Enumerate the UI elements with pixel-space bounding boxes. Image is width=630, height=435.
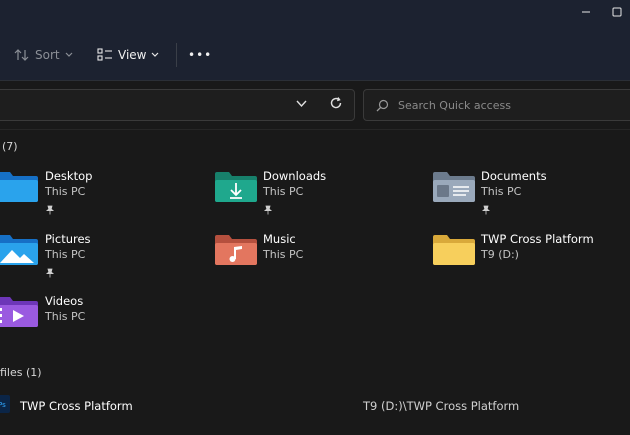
sort-button[interactable]: Sort [14, 46, 73, 64]
item-location: This PC [45, 248, 86, 261]
toolbar-divider [176, 43, 177, 67]
search-box[interactable]: Search Quick access [363, 89, 630, 121]
maximize-button[interactable] [607, 4, 627, 22]
item-location: This PC [263, 185, 304, 198]
minimize-button[interactable] [576, 4, 596, 22]
photoshop-file-icon: Ps [0, 395, 10, 413]
item-name: Pictures [45, 232, 91, 246]
pin-icon [45, 205, 55, 215]
folder-item-downloads[interactable]: Downloads This PC [215, 168, 415, 228]
item-name: Documents [481, 169, 547, 183]
svg-text:Ps: Ps [0, 401, 6, 409]
address-row: Search Quick access [0, 81, 630, 130]
item-location: This PC [481, 185, 522, 198]
item-location: T9 (D:) [481, 248, 519, 261]
pin-icon [481, 205, 491, 215]
view-button[interactable]: View [97, 46, 159, 64]
more-options-button[interactable]: ••• [188, 46, 212, 64]
downloads-folder-icon [215, 172, 257, 202]
chevron-down-icon[interactable] [296, 100, 307, 108]
sort-label: Sort [35, 48, 60, 62]
item-name: TWP Cross Platform [481, 232, 594, 246]
item-location: This PC [45, 310, 86, 323]
documents-folder-icon [433, 172, 475, 202]
folder-item-desktop[interactable]: Desktop This PC [0, 168, 200, 228]
sort-icon [14, 49, 29, 61]
folder-item-videos[interactable]: Videos This PC [0, 293, 200, 353]
address-bar[interactable] [0, 89, 355, 121]
chevron-down-icon [152, 52, 159, 57]
folder-item-documents[interactable]: Documents This PC [433, 168, 628, 228]
view-label: View [118, 48, 147, 62]
title-bar [0, 0, 630, 28]
desktop-folder-icon [0, 172, 38, 202]
recent-files-header[interactable]: files (1) [0, 366, 42, 379]
folder-item-music[interactable]: Music This PC [215, 231, 415, 291]
pin-icon [263, 205, 273, 215]
pictures-folder-icon [0, 235, 38, 265]
yellow-folder-icon [433, 235, 475, 265]
view-icon [97, 48, 112, 61]
search-placeholder: Search Quick access [398, 98, 511, 112]
minimize-icon [582, 11, 590, 13]
item-name: Downloads [263, 169, 327, 183]
item-name: Videos [45, 294, 84, 308]
refresh-icon[interactable] [329, 96, 343, 110]
recent-file-path: T9 (D:)\TWP Cross Platform [363, 399, 520, 413]
videos-folder-icon [0, 297, 38, 327]
maximize-icon [612, 7, 622, 17]
folder-item-twp-cross-platform[interactable]: TWP Cross Platform T9 (D:) [433, 231, 628, 291]
command-bar: Sort View ••• [0, 28, 630, 81]
chevron-down-icon [65, 52, 73, 57]
quick-access-header[interactable]: (7) [2, 140, 18, 153]
recent-file-row[interactable]: Ps TWP Cross Platform T9 (D:)\TWP Cross … [0, 393, 630, 419]
item-location: This PC [45, 185, 86, 198]
pin-icon [45, 268, 55, 278]
folder-item-pictures[interactable]: Pictures This PC [0, 231, 200, 291]
item-name: Music [263, 232, 296, 246]
more-options-icon: ••• [188, 48, 213, 62]
music-folder-icon [215, 235, 257, 265]
item-name: Desktop [45, 169, 93, 183]
recent-file-name: TWP Cross Platform [20, 399, 133, 413]
search-icon [376, 99, 389, 111]
item-location: This PC [263, 248, 304, 261]
